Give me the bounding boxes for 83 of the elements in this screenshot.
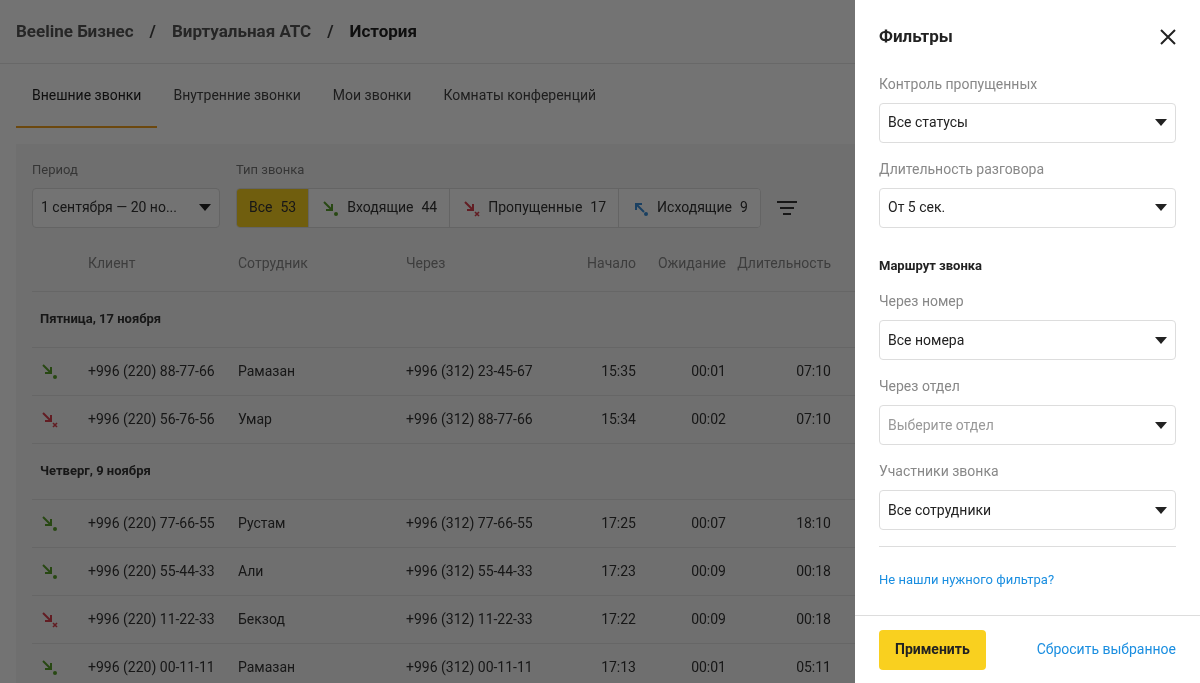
table-cell-text: Рамазан bbox=[238, 361, 297, 381]
table-cell-text: +996 (220) 77-66-55 bbox=[88, 513, 216, 533]
table-cell-text: +996 (312) 00-11-11 bbox=[406, 657, 534, 677]
table-cell-text: +996 (312) 77-66-55 bbox=[406, 513, 534, 533]
field-label: Длительность разговора bbox=[879, 159, 1046, 179]
select-field[interactable]: Все сотрудники bbox=[879, 490, 1176, 530]
table-cell-text: Рустам bbox=[238, 513, 287, 533]
table-cell-text: 07:10 bbox=[795, 409, 831, 429]
field-label: Через отдел bbox=[879, 377, 961, 396]
table-cell-text: 00:18 bbox=[795, 561, 831, 581]
breadcrumb-item[interactable]: Beeline Бизнес bbox=[16, 18, 134, 45]
select-field[interactable]: Все номера bbox=[879, 320, 1176, 360]
breadcrumb-item[interactable]: Виртуальная АТС bbox=[171, 18, 312, 45]
field-label: Участники звонка bbox=[879, 462, 1000, 481]
table-cell-text: 15:35 bbox=[600, 361, 636, 381]
tab[interactable]: Внутренние звонки bbox=[157, 64, 317, 128]
table-cell-text: +996 (312) 88-77-66 bbox=[406, 409, 534, 429]
table-cell-text: 00:02 bbox=[690, 409, 726, 429]
apply-button[interactable]: Применить bbox=[879, 629, 986, 670]
field-label: Через номер bbox=[879, 292, 965, 311]
table-cell-text: 00:09 bbox=[690, 561, 726, 581]
caret-icon bbox=[1155, 204, 1167, 211]
group-date-heading: Пятница, 17 ноября bbox=[40, 310, 162, 329]
table-cell-text: Бекзод bbox=[238, 609, 286, 629]
call-type-option[interactable]: Все 53 bbox=[237, 188, 309, 227]
table-cell-text: +996 (312) 11-22-33 bbox=[406, 609, 534, 629]
missed-call-icon bbox=[462, 198, 481, 217]
incoming-call-icon bbox=[40, 658, 58, 676]
caret-icon bbox=[199, 204, 211, 211]
table-cell-text: 17:13 bbox=[600, 657, 636, 677]
drawer-title: Фильтры bbox=[879, 25, 953, 48]
field-label: Период bbox=[32, 161, 79, 179]
missed-call-icon bbox=[40, 610, 58, 628]
call-type-option[interactable]: Исходящие 9 bbox=[618, 188, 760, 227]
table-cell-text: +996 (220) 11-22-33 bbox=[88, 609, 216, 629]
table-cell-text: +996 (220) 00-11-11 bbox=[88, 657, 216, 677]
tab[interactable]: Мои звонки bbox=[316, 64, 428, 128]
table-cell-text: 05:11 bbox=[795, 657, 831, 677]
caret-icon bbox=[1155, 506, 1167, 514]
help-link[interactable]: Не нашли нужного фильтра? bbox=[879, 572, 1055, 587]
breadcrumb-separator: / bbox=[149, 19, 156, 43]
table-cell-text: 17:25 bbox=[600, 513, 636, 533]
close-icon[interactable] bbox=[1160, 28, 1176, 45]
tab[interactable]: Комнаты конференций bbox=[427, 64, 613, 128]
section-heading: Маршрут звонка bbox=[879, 256, 984, 275]
breadcrumb-item: История bbox=[349, 19, 417, 43]
table-cell-text: 00:18 bbox=[795, 609, 831, 629]
table-cell-text: +996 (220) 88-77-66 bbox=[88, 361, 216, 381]
table-cell-text: Али bbox=[238, 561, 265, 581]
table-cell-text: 00:01 bbox=[690, 657, 726, 677]
incoming-call-icon bbox=[40, 362, 58, 380]
caret-icon bbox=[1155, 421, 1167, 429]
table-cell-text: 00:09 bbox=[690, 609, 726, 629]
period-select[interactable]: 1 сентября — 20 но... bbox=[32, 187, 220, 228]
table-cell-text: +996 (312) 55-44-33 bbox=[406, 561, 534, 581]
table-cell-text: 00:01 bbox=[690, 361, 726, 381]
caret-icon bbox=[1155, 336, 1167, 344]
table-cell-text: 17:23 bbox=[600, 561, 636, 581]
field-label: Тип звонка bbox=[236, 161, 306, 179]
caret-icon bbox=[1155, 119, 1167, 126]
table-cell-text: +996 (220) 56-76-56 bbox=[88, 409, 216, 429]
table-cell-text: +996 (312) 23-45-67 bbox=[406, 361, 534, 381]
table-cell-text: 07:10 bbox=[795, 361, 831, 381]
table-cell-text: 15:34 bbox=[600, 409, 636, 429]
reset-link[interactable]: Сбросить выбранное bbox=[1036, 639, 1176, 660]
table-cell-text: 18:10 bbox=[795, 513, 831, 533]
field-label: Контроль пропущенных bbox=[879, 74, 1039, 94]
group-date-heading: Четверг, 9 ноября bbox=[40, 462, 151, 481]
missed-call-icon bbox=[40, 410, 58, 428]
table-cell-text: Умар bbox=[238, 409, 273, 429]
breadcrumb-separator: / bbox=[327, 19, 334, 43]
incoming-call-icon bbox=[40, 514, 58, 532]
table-cell-text: 17:22 bbox=[600, 609, 636, 629]
filter-icon[interactable] bbox=[776, 200, 797, 215]
table-cell-text: Рамазан bbox=[238, 657, 297, 677]
select-field[interactable]: От 5 сек. bbox=[879, 187, 1176, 228]
table-cell-text: +996 (220) 55-44-33 bbox=[88, 561, 216, 581]
tab[interactable]: Внешние звонки bbox=[16, 64, 158, 128]
table-cell-text: 00:07 bbox=[690, 513, 726, 533]
select-field[interactable]: Все статусы bbox=[879, 102, 1176, 143]
select-field[interactable]: Выберите отдел bbox=[879, 405, 1176, 445]
incoming-call-icon bbox=[40, 562, 58, 580]
incoming-call-icon bbox=[321, 198, 340, 217]
